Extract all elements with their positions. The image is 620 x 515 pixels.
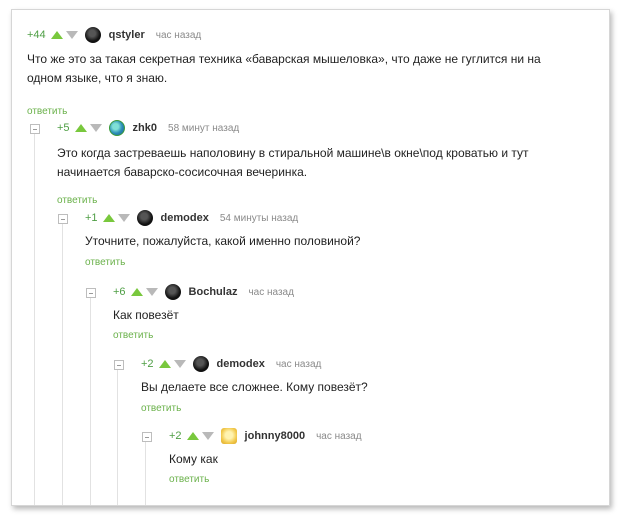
- upvote-arrow-icon[interactable]: [102, 214, 115, 222]
- timestamp: час назад: [275, 358, 322, 370]
- dark-avatar-icon[interactable]: [136, 210, 153, 226]
- timestamp: час назад: [316, 430, 362, 442]
- comment-text-line: Как повезёт: [113, 308, 179, 322]
- reply-link[interactable]: ответить: [113, 330, 153, 341]
- collapse-toggle-icon[interactable]: [114, 360, 124, 370]
- comment-text-line: Вы делаете все сложнее. Кому повезёт?: [141, 380, 368, 394]
- rating: +44: [27, 29, 46, 41]
- reply-link[interactable]: ответить: [169, 474, 209, 485]
- author-name[interactable]: demodex: [161, 212, 209, 224]
- comment-text-line: одном языке, что я знаю.: [27, 71, 168, 85]
- downvote-arrow-icon[interactable]: [201, 432, 214, 440]
- downvote-arrow-icon[interactable]: [173, 360, 186, 368]
- reply-link[interactable]: ответить: [27, 106, 67, 117]
- dark-avatar-icon[interactable]: [192, 356, 209, 372]
- upvote-arrow-icon[interactable]: [130, 288, 143, 296]
- comment-text-line: Что же это за такая секретная техника «б…: [27, 52, 541, 66]
- upvote-arrow-icon[interactable]: [186, 432, 199, 440]
- thread-line: [34, 133, 35, 505]
- comment-text: Кому как: [169, 450, 569, 469]
- rating: +6: [113, 286, 126, 298]
- comment-meta: +1 demodex 54 минуты назад: [85, 210, 298, 226]
- author-name[interactable]: qstyler: [109, 29, 145, 41]
- rating: +5: [57, 122, 70, 134]
- collapse-toggle-icon[interactable]: [58, 214, 68, 224]
- timestamp: час назад: [155, 29, 202, 41]
- collapse-toggle-icon[interactable]: [86, 288, 96, 298]
- upvote-arrow-icon[interactable]: [158, 360, 171, 368]
- timestamp: 58 минут назад: [168, 122, 240, 134]
- rating: +1: [85, 212, 98, 224]
- downvote-arrow-icon[interactable]: [117, 214, 130, 222]
- comment-text: Вы делаете все сложнее. Кому повезёт?: [141, 378, 571, 397]
- author-name[interactable]: johnny8000: [245, 430, 306, 442]
- author-name[interactable]: demodex: [217, 358, 265, 370]
- comment-text: Как повезёт: [113, 306, 563, 325]
- comment-meta: +44 qstyler час назад: [27, 27, 201, 43]
- thread-line: [62, 223, 63, 505]
- comment-text: Что же это за такая секретная техника «б…: [27, 50, 587, 88]
- comment-text-line: Это когда застреваешь наполовину в стира…: [57, 146, 529, 160]
- dark-avatar-icon[interactable]: [84, 27, 101, 43]
- comment-meta: +5 zhk0 58 минут назад: [57, 120, 239, 136]
- comment-text-line: Уточните, пожалуйста, какой именно полов…: [85, 234, 361, 248]
- rating: +2: [141, 358, 154, 370]
- comment-text: Уточните, пожалуйста, какой именно полов…: [85, 232, 585, 251]
- comment-meta: +2 demodex час назад: [141, 356, 321, 372]
- thread-line: [90, 298, 91, 505]
- dark-avatar-icon[interactable]: [164, 284, 181, 300]
- comment-thread: +44 qstyler час назад Что же это за така…: [11, 9, 610, 506]
- upvote-arrow-icon[interactable]: [74, 124, 87, 132]
- author-name[interactable]: zhk0: [133, 122, 157, 134]
- reply-link[interactable]: ответить: [57, 195, 97, 206]
- thread-line: [145, 442, 146, 505]
- comment-text: Это когда застреваешь наполовину в стира…: [57, 144, 597, 182]
- comment-meta: +2 johnny8000 час назад: [169, 428, 362, 444]
- downvote-arrow-icon[interactable]: [65, 31, 78, 39]
- comment-text-line: начинается баварско-сосисочная вечеринка…: [57, 165, 308, 179]
- gold-avatar-icon[interactable]: [220, 428, 237, 444]
- comment-text-line: Кому как: [169, 452, 218, 466]
- globe-avatar-icon[interactable]: [108, 120, 125, 136]
- collapse-toggle-icon[interactable]: [30, 124, 40, 134]
- timestamp: 54 минуты назад: [219, 212, 299, 224]
- timestamp: час назад: [248, 286, 294, 298]
- reply-link[interactable]: ответить: [85, 257, 125, 268]
- thread-line: [117, 370, 118, 505]
- author-name[interactable]: Bochulaz: [189, 286, 238, 298]
- downvote-arrow-icon[interactable]: [89, 124, 102, 132]
- collapse-toggle-icon[interactable]: [142, 432, 152, 442]
- downvote-arrow-icon[interactable]: [145, 288, 158, 296]
- reply-link[interactable]: ответить: [141, 403, 181, 414]
- comment-meta: +6 Bochulaz час назад: [113, 284, 294, 300]
- rating: +2: [169, 430, 182, 442]
- upvote-arrow-icon[interactable]: [50, 31, 63, 39]
